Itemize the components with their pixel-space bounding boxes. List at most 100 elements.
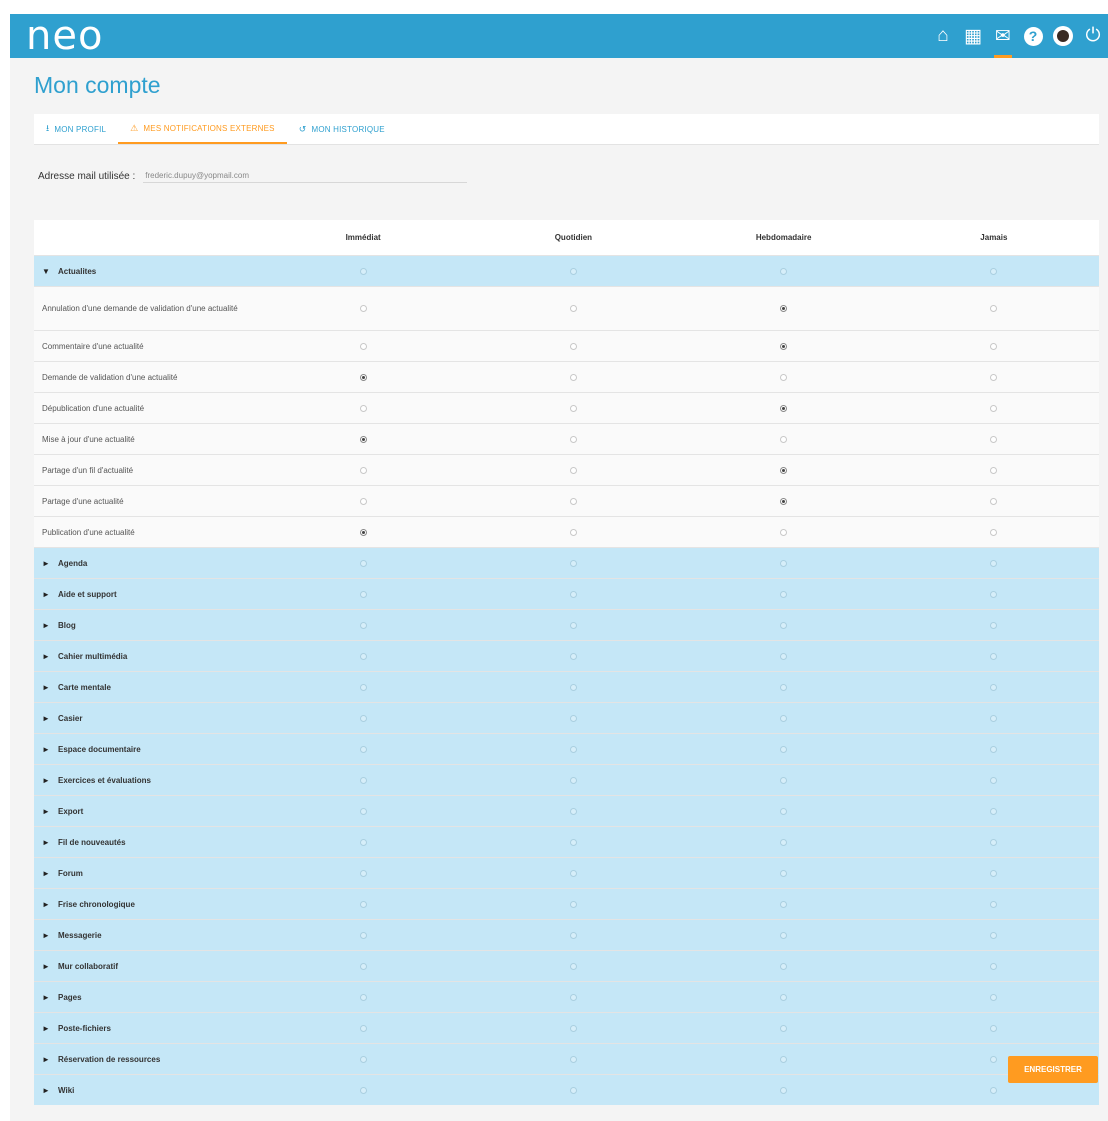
frequency-radio[interactable] [990,745,998,753]
category-cell[interactable]: ► Export [34,795,258,827]
frequency-radio[interactable] [990,497,998,505]
frequency-radio[interactable] [780,652,788,660]
frequency-radio[interactable] [359,559,367,567]
frequency-radio[interactable] [359,1024,367,1032]
frequency-radio[interactable] [569,962,577,970]
mail-icon[interactable]: ✉ [988,14,1018,58]
category-cell[interactable]: ► Fil de nouveautés [34,826,258,858]
frequency-radio[interactable] [990,776,998,784]
category-cell[interactable]: ► Pages [34,981,258,1013]
caret-right-icon[interactable]: ► [42,1084,58,1097]
frequency-radio[interactable] [359,931,367,939]
frequency-radio[interactable] [780,1024,788,1032]
frequency-radio[interactable] [569,497,577,505]
frequency-radio[interactable] [359,1086,367,1094]
category-cell[interactable]: ► Mur collaboratif [34,950,258,982]
frequency-radio[interactable] [569,1086,577,1094]
frequency-radio[interactable] [359,590,367,598]
frequency-radio[interactable] [359,652,367,660]
frequency-radio[interactable] [569,435,577,443]
frequency-radio[interactable] [990,404,998,412]
frequency-radio[interactable] [780,528,788,536]
frequency-radio[interactable] [569,528,577,536]
frequency-radio[interactable] [359,745,367,753]
caret-right-icon[interactable]: ► [42,929,58,942]
frequency-radio[interactable] [990,590,998,598]
frequency-radio[interactable] [780,404,788,412]
caret-right-icon[interactable]: ► [42,960,58,973]
frequency-radio[interactable] [569,1055,577,1063]
category-cell[interactable]: ► Messagerie [34,919,258,951]
category-cell[interactable]: ► Espace documentaire [34,733,258,765]
caret-right-icon[interactable]: ► [42,836,58,849]
frequency-radio[interactable] [990,807,998,815]
frequency-radio[interactable] [359,305,367,312]
frequency-radio[interactable] [990,931,998,939]
frequency-radio[interactable] [359,466,367,474]
frequency-radio[interactable] [569,342,577,350]
caret-right-icon[interactable]: ► [42,650,58,663]
frequency-radio[interactable] [780,559,788,567]
frequency-radio[interactable] [990,305,998,312]
frequency-radio[interactable] [990,869,998,877]
neo-logo[interactable]: neo [26,16,103,56]
frequency-radio[interactable] [569,838,577,846]
frequency-radio[interactable] [569,869,577,877]
category-cell[interactable]: ▼ Actualites [34,255,258,287]
category-cell[interactable]: ► Réservation de ressources [34,1043,258,1075]
email-field[interactable] [143,169,468,183]
frequency-radio[interactable] [569,373,577,381]
frequency-radio[interactable] [569,267,577,275]
frequency-radio[interactable] [990,900,998,908]
frequency-radio[interactable] [990,714,998,722]
frequency-radio[interactable] [359,267,367,275]
caret-right-icon[interactable]: ► [42,774,58,787]
frequency-radio[interactable] [990,1024,998,1032]
help-icon[interactable]: ? [1018,14,1048,58]
frequency-radio[interactable] [569,466,577,474]
frequency-radio[interactable] [359,683,367,691]
frequency-radio[interactable] [359,528,367,536]
frequency-radio[interactable] [780,993,788,1001]
frequency-radio[interactable] [990,373,998,381]
frequency-radio[interactable] [780,497,788,505]
frequency-radio[interactable] [359,342,367,350]
tab-mon-profil[interactable]: ⭳ Mon profil [34,114,118,144]
frequency-radio[interactable] [569,776,577,784]
caret-right-icon[interactable]: ► [42,1022,58,1035]
frequency-radio[interactable] [990,838,998,846]
caret-right-icon[interactable]: ► [42,712,58,725]
frequency-radio[interactable] [780,590,788,598]
frequency-radio[interactable] [780,435,788,443]
frequency-radio[interactable] [990,962,998,970]
frequency-radio[interactable] [569,714,577,722]
caret-right-icon[interactable]: ► [42,619,58,632]
category-cell[interactable]: ► Carte mentale [34,671,258,703]
category-cell[interactable]: ► Wiki [34,1074,258,1105]
apps-grid-icon[interactable]: ▦ [958,14,988,58]
frequency-radio[interactable] [569,993,577,1001]
category-cell[interactable]: ► Poste-fichiers [34,1012,258,1044]
frequency-radio[interactable] [569,652,577,660]
category-cell[interactable]: ► Forum [34,857,258,889]
frequency-radio[interactable] [990,342,998,350]
caret-right-icon[interactable]: ► [42,898,58,911]
frequency-radio[interactable] [359,373,367,381]
frequency-radio[interactable] [780,931,788,939]
frequency-radio[interactable] [780,745,788,753]
frequency-radio[interactable] [780,714,788,722]
category-cell[interactable]: ► Cahier multimédia [34,640,258,672]
frequency-radio[interactable] [780,267,788,275]
frequency-radio[interactable] [569,683,577,691]
frequency-radio[interactable] [359,807,367,815]
frequency-radio[interactable] [990,466,998,474]
frequency-radio[interactable] [780,1086,788,1094]
frequency-radio[interactable] [359,900,367,908]
frequency-radio[interactable] [780,900,788,908]
frequency-radio[interactable] [780,776,788,784]
category-cell[interactable]: ► Exercices et évaluations [34,764,258,796]
frequency-radio[interactable] [359,993,367,1001]
tab-mes-notifications-externes[interactable]: ⚠ Mes notifications externes [118,114,287,144]
frequency-radio[interactable] [780,683,788,691]
home-icon[interactable]: ⌂ [928,14,958,58]
